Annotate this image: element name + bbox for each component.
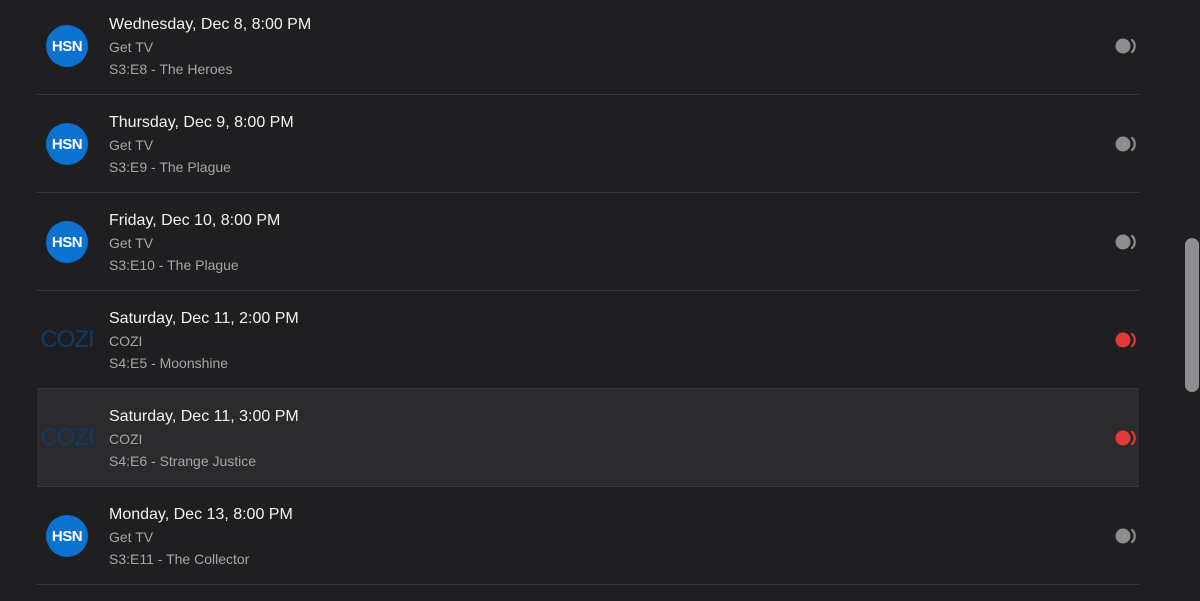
record-toggle-icon[interactable] — [1115, 37, 1141, 55]
record-toggle-icon[interactable] — [1115, 331, 1141, 349]
episode-title: S3:E10 - The Plague — [109, 257, 239, 273]
channel-name: Get TV — [109, 529, 154, 545]
air-date: Wednesday, Dec 8, 8:00 PM — [109, 16, 312, 33]
episode-row[interactable]: HSN Wednesday, Dec 8, 8:00 PM Get TV S3:… — [37, 0, 1139, 95]
episode-info: Monday, Dec 13, 8:00 PM Get TV S3:E11 - … — [109, 505, 293, 572]
vertical-scrollbar[interactable] — [1182, 0, 1200, 601]
logo-text: COZI — [40, 326, 94, 353]
episode-title: S3:E8 - The Heroes — [109, 61, 233, 77]
episode-title: S4:E6 - Strange Justice — [109, 453, 257, 469]
episode-list: HSN Wednesday, Dec 8, 8:00 PM Get TV S3:… — [37, 0, 1139, 585]
air-date: Saturday, Dec 11, 3:00 PM — [109, 408, 299, 425]
channel-name: Get TV — [109, 137, 154, 153]
episode-info: Saturday, Dec 11, 3:00 PM COZI S4:E6 - S… — [109, 407, 299, 474]
hsn-logo: HSN — [46, 221, 88, 263]
episode-row[interactable]: HSN Thursday, Dec 9, 8:00 PM Get TV S3:E… — [37, 95, 1139, 193]
channel-name: Get TV — [109, 39, 154, 55]
channel-name: COZI — [109, 333, 143, 349]
episode-info: Wednesday, Dec 8, 8:00 PM Get TV S3:E8 -… — [109, 15, 311, 82]
logo-text: COZI — [40, 424, 94, 451]
record-toggle-icon[interactable] — [1115, 429, 1141, 447]
hsn-logo: HSN — [46, 123, 88, 165]
logo-text: HSN — [51, 233, 83, 251]
air-date: Monday, Dec 13, 8:00 PM — [109, 506, 293, 523]
air-date: Friday, Dec 10, 8:00 PM — [109, 212, 281, 229]
episode-title: S3:E9 - The Plague — [109, 159, 231, 175]
episode-info: Saturday, Dec 11, 2:00 PM COZI S4:E5 - M… — [109, 309, 299, 376]
logo-text: HSN — [51, 135, 83, 153]
hsn-logo: HSN — [46, 515, 88, 557]
cozi-logo: COZI — [40, 319, 94, 361]
episode-row[interactable]: COZI Saturday, Dec 11, 3:00 PM COZI S4:E… — [37, 389, 1139, 487]
cozi-logo: COZI — [40, 417, 94, 459]
record-toggle-icon[interactable] — [1115, 135, 1141, 153]
scrollbar-thumb[interactable] — [1185, 238, 1199, 392]
hsn-logo: HSN — [46, 25, 88, 67]
episode-title: S3:E11 - The Collector — [109, 551, 250, 567]
episode-info: Friday, Dec 10, 8:00 PM Get TV S3:E10 - … — [109, 211, 280, 278]
logo-text: HSN — [51, 527, 83, 545]
channel-name: Get TV — [109, 235, 154, 251]
record-toggle-icon[interactable] — [1115, 233, 1141, 251]
logo-text: HSN — [51, 37, 83, 55]
air-date: Thursday, Dec 9, 8:00 PM — [109, 114, 294, 131]
episode-row[interactable]: COZI Saturday, Dec 11, 2:00 PM COZI S4:E… — [37, 291, 1139, 389]
episode-row[interactable]: HSN Monday, Dec 13, 8:00 PM Get TV S3:E1… — [37, 487, 1139, 585]
episode-info: Thursday, Dec 9, 8:00 PM Get TV S3:E9 - … — [109, 113, 294, 180]
episode-title: S4:E5 - Moonshine — [109, 355, 229, 371]
record-toggle-icon[interactable] — [1115, 527, 1141, 545]
channel-name: COZI — [109, 431, 143, 447]
air-date: Saturday, Dec 11, 2:00 PM — [109, 310, 299, 327]
episode-row[interactable]: HSN Friday, Dec 10, 8:00 PM Get TV S3:E1… — [37, 193, 1139, 291]
